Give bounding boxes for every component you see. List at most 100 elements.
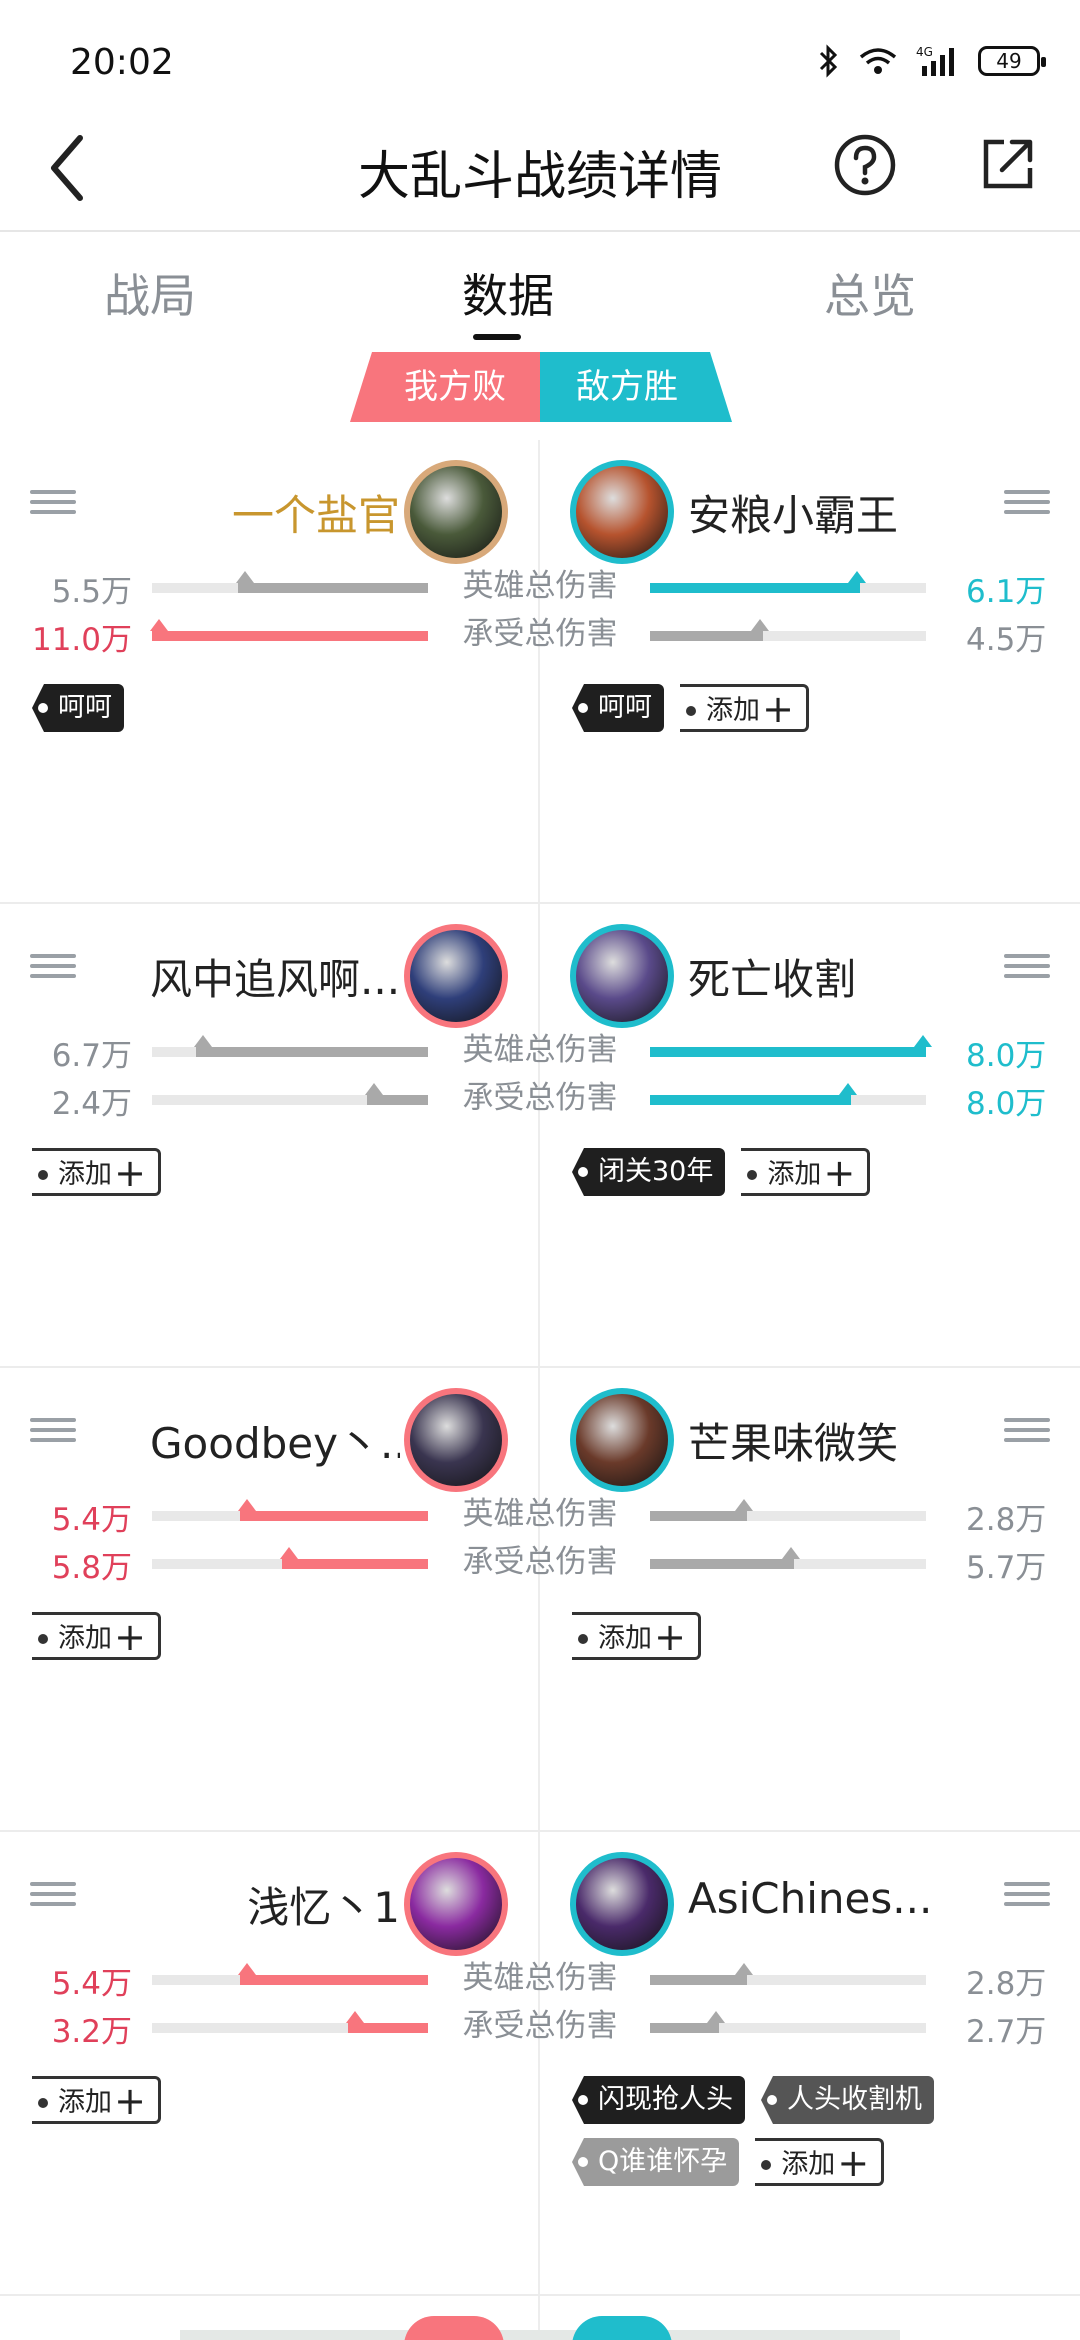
metric-label-damage: 英雄总伤害 (462, 1496, 618, 1532)
damage-taken-value: 3.2万 (51, 2014, 132, 2050)
tab-bar: 战局 数据 总览 (0, 240, 1080, 340)
player-tag[interactable]: 呵呵 (32, 684, 124, 732)
add-tag-button[interactable]: 添加 (755, 2138, 885, 2187)
damage-taken-value: 11.0万 (31, 622, 132, 658)
player-name[interactable]: 风中追风啊... (150, 946, 400, 1007)
page-title: 大乱斗战绩详情 (357, 147, 722, 207)
player-tags: 闪现抢人头 人头收割机 Q谁谁怀孕 添加 (572, 2076, 952, 2187)
hero-damage-bar (650, 571, 926, 593)
player-tag[interactable]: 闭关30年 (572, 1148, 726, 1196)
player-tags: 添加 (32, 2076, 412, 2125)
damage-taken-bar (150, 619, 428, 641)
player-name[interactable]: 浅忆丶1 (247, 1874, 400, 1935)
player-tag[interactable]: Q谁谁怀孕 (572, 2138, 740, 2186)
player-name[interactable]: Goodbey丶... (150, 1410, 400, 1471)
add-tag-button[interactable]: 添加 (572, 1612, 701, 1661)
next-row-peek (180, 2330, 900, 2340)
hero-damage-value: 2.8万 (966, 1502, 1047, 1538)
player-row: 浅忆丶1 5.4万 3.2万添加 AsiChines... 2.8万 2.7万闪现抢人头人… (0, 1832, 1080, 2296)
hero-avatar[interactable] (570, 1852, 674, 1956)
hero-damage-value: 2.8万 (966, 1966, 1047, 2002)
player-tags: 添加 (32, 1612, 412, 1661)
bar-fill (650, 1547, 800, 1569)
player-name[interactable]: 死亡收割 (688, 946, 856, 1007)
metric-label-taken: 承受总伤害 (462, 1080, 618, 1116)
drag-handle-icon[interactable] (1004, 954, 1050, 980)
header: 大乱斗战绩详情 (0, 110, 1080, 232)
next-avatar-peek-left (404, 2316, 504, 2340)
hero-portrait (410, 466, 502, 558)
add-tag-button[interactable]: 添加 (32, 1148, 161, 1197)
metric-label-damage: 英雄总伤害 (462, 568, 618, 604)
tab-overview[interactable]: 总览 (824, 260, 916, 326)
add-tag-button[interactable]: 添加 (741, 1148, 871, 1197)
add-tag-button[interactable]: 添加 (32, 1612, 161, 1661)
metric-label-damage: 英雄总伤害 (462, 1032, 618, 1068)
damage-taken-bar (650, 1547, 926, 1569)
hero-damage-bar (650, 1963, 926, 1985)
player-tag[interactable]: 闪现抢人头 (572, 2076, 745, 2124)
damage-taken-bar (152, 2011, 428, 2033)
hero-portrait (410, 930, 502, 1022)
hero-avatar[interactable] (570, 924, 674, 1028)
hero-damage-bar (650, 1035, 932, 1057)
metric-label-taken: 承受总伤害 (462, 1544, 618, 1580)
hero-damage-value: 5.4万 (51, 1966, 132, 2002)
damage-taken-value: 2.7万 (966, 2014, 1047, 2050)
status-icons: 4G 49 (818, 44, 1046, 78)
hero-damage-value: 6.1万 (966, 574, 1047, 610)
damage-taken-value: 2.4万 (51, 1086, 132, 1122)
drag-handle-icon[interactable] (1004, 490, 1050, 516)
player-name[interactable]: AsiChines... (688, 1874, 932, 1923)
player-tags: 添加 (32, 1148, 412, 1197)
bar-fill (650, 619, 769, 641)
damage-taken-value: 4.5万 (966, 622, 1047, 658)
drag-handle-icon[interactable] (30, 1418, 76, 1444)
drag-handle-icon[interactable] (1004, 1882, 1050, 1908)
bar-fill (650, 1499, 753, 1521)
add-tag-button[interactable]: 添加 (32, 2076, 161, 2125)
hero-avatar[interactable] (404, 924, 508, 1028)
share-icon[interactable] (978, 134, 1038, 194)
hero-damage-value: 6.7万 (51, 1038, 132, 1074)
tab-data[interactable]: 数据 (462, 260, 554, 326)
hero-damage-value: 5.4万 (51, 1502, 132, 1538)
tab-battle[interactable]: 战局 (104, 260, 196, 326)
hero-damage-bar (152, 1963, 428, 1985)
damage-taken-bar (650, 1083, 926, 1105)
drag-handle-icon[interactable] (1004, 1418, 1050, 1444)
player-row: 风中追风啊...6.7万2.4万添加死亡收割8.0万8.0万闭关30年添加英雄总… (0, 904, 1080, 1368)
status-time: 20:02 (70, 42, 174, 83)
hero-avatar[interactable] (570, 460, 674, 564)
metric-label-damage: 英雄总伤害 (462, 1960, 618, 1996)
player-tags: 闭关30年 添加 (572, 1148, 952, 1197)
player-name[interactable]: 安粮小霸王 (688, 482, 898, 543)
hero-avatar[interactable] (404, 1388, 508, 1492)
player-name[interactable]: 一个盐官 (232, 482, 400, 543)
hero-portrait (576, 1858, 668, 1950)
next-avatar-peek-right (572, 2316, 672, 2340)
bar-fill (650, 1083, 857, 1105)
help-icon[interactable] (832, 132, 898, 198)
player-row: 一个盐官5.5万11.0万呵呵安粮小霸王6.1万4.5万呵呵添加英雄总伤害承受总… (0, 440, 1080, 904)
damage-taken-bar (650, 2011, 926, 2033)
bar-fill (238, 1963, 428, 1985)
drag-handle-icon[interactable] (30, 490, 76, 516)
drag-handle-icon[interactable] (30, 954, 76, 980)
bar-fill (280, 1547, 428, 1569)
hero-avatar[interactable] (570, 1388, 674, 1492)
bar-fill (650, 1035, 932, 1057)
signal-icon: 4G (916, 45, 954, 76)
player-name[interactable]: 芒果味微笑 (688, 1410, 898, 1471)
drag-handle-icon[interactable] (30, 1882, 76, 1908)
bar-fill (194, 1035, 428, 1057)
bar-fill (650, 1963, 753, 1985)
add-tag-button[interactable]: 添加 (680, 684, 809, 733)
hero-avatar[interactable] (404, 1852, 508, 1956)
damage-taken-value: 5.7万 (966, 1550, 1047, 1586)
hero-avatar[interactable] (404, 460, 508, 564)
player-tag[interactable]: 呵呵 (572, 684, 664, 732)
metric-label-taken: 承受总伤害 (462, 2008, 618, 2044)
player-tag[interactable]: 人头收割机 (761, 2076, 934, 2124)
hero-damage-bar (152, 1035, 428, 1057)
